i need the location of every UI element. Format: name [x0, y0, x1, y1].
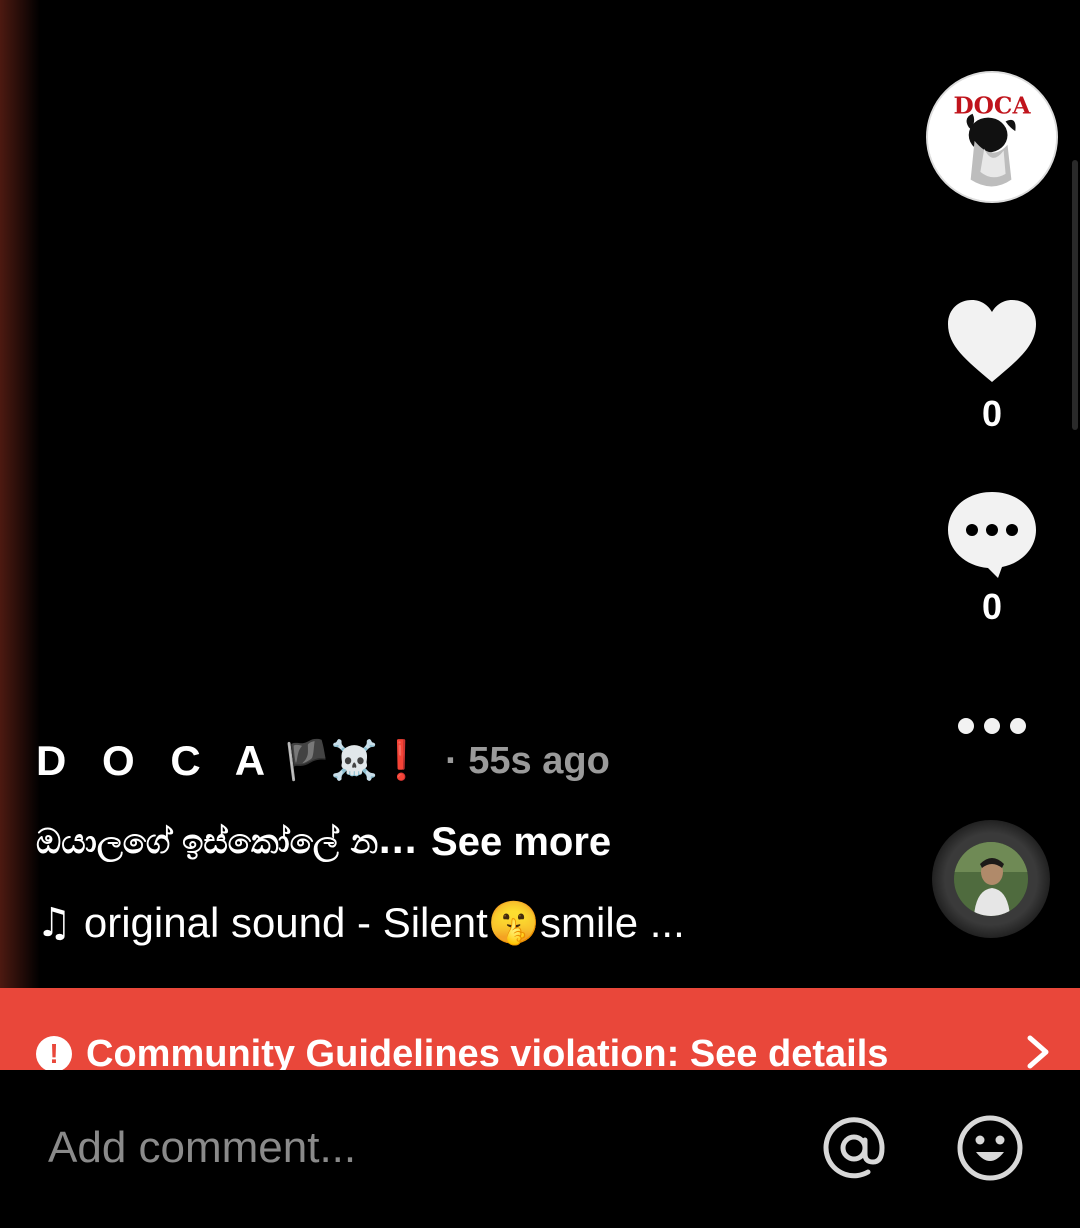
like-count: 0	[981, 393, 1003, 434]
heart-icon	[948, 300, 1036, 382]
creator-avatar[interactable]: DOCA	[926, 71, 1058, 203]
comment-count: 0	[981, 586, 1003, 627]
avatar-logo-text: DOCA	[953, 93, 1031, 120]
see-more-link[interactable]: See more	[431, 820, 611, 865]
author-name[interactable]: D O C A	[36, 737, 277, 785]
sound-disc[interactable]	[932, 820, 1050, 938]
alert-icon: !	[36, 1036, 72, 1070]
caption-row: ඔයාලගේ ඉස්කෝලේ න... See more	[36, 814, 611, 870]
post-timestamp: · 55s ago	[445, 739, 610, 782]
sound-row[interactable]: ♫ original sound - Silent🤫smile ...	[36, 895, 685, 951]
violation-text: Community Guidelines violation: See deta…	[86, 1032, 889, 1071]
author-emoji: 🏴☠️❗	[283, 740, 426, 782]
comment-button[interactable]	[946, 490, 1038, 580]
sound-cover-image	[954, 842, 1028, 916]
more-dots-icon[interactable]	[952, 706, 1032, 746]
video-screen: DOCA 0 0 D O C A 🏴☠️❗ · 55s ago ඔයාලගේ ඉ…	[0, 0, 1080, 1228]
author-row: D O C A 🏴☠️❗ · 55s ago	[36, 733, 610, 789]
comment-bar	[0, 1070, 1080, 1228]
avatar-logo-image: DOCA	[928, 73, 1056, 201]
music-note-icon: ♫	[36, 900, 72, 946]
at-mention-icon[interactable]	[818, 1112, 890, 1184]
caption-text: ඔයාලගේ ඉස්කෝලේ න...	[36, 822, 418, 862]
scrollbar[interactable]	[1072, 160, 1078, 430]
like-button[interactable]	[946, 298, 1038, 384]
emoji-icon[interactable]	[954, 1112, 1026, 1184]
violation-banner[interactable]: ! Community Guidelines violation: See de…	[0, 988, 1080, 1070]
comment-input[interactable]	[48, 1118, 748, 1178]
comment-bubble-icon	[948, 492, 1036, 578]
sound-title: original sound - Silent🤫smile ...	[83, 898, 685, 946]
chevron-right-icon	[1027, 1035, 1049, 1069]
